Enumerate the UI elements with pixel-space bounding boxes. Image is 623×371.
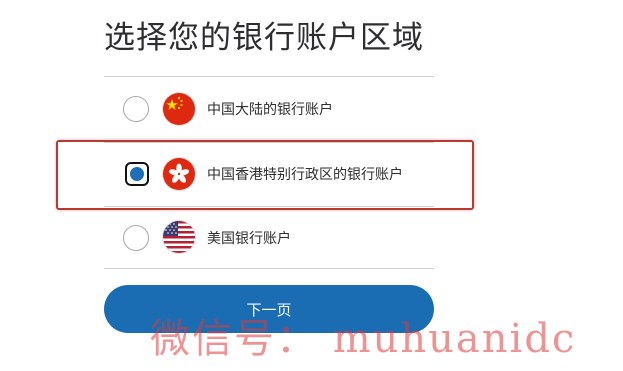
- top-divider: [104, 76, 434, 77]
- hong-kong-flag-icon: [163, 158, 195, 190]
- radio-mainland-china[interactable]: [123, 96, 149, 122]
- option-usa[interactable]: 美国银行账户: [104, 206, 434, 268]
- radio-selected-dot: [130, 167, 144, 181]
- china-flag-icon: [163, 93, 195, 125]
- next-page-button[interactable]: 下一页: [104, 285, 434, 333]
- option-hong-kong[interactable]: 中国香港特别行政区的银行账户: [56, 140, 474, 210]
- usa-flag-icon: [163, 221, 195, 253]
- radio-hong-kong[interactable]: [125, 162, 149, 186]
- radio-usa[interactable]: [123, 225, 149, 251]
- bottom-divider: [104, 268, 434, 269]
- option-mainland-china[interactable]: 中国大陆的银行账户: [104, 78, 434, 140]
- option-label-usa: 美国银行账户: [207, 231, 291, 247]
- option-label-hong-kong: 中国香港特别行政区的银行账户: [207, 167, 403, 183]
- option-label-mainland-china: 中国大陆的银行账户: [207, 102, 333, 118]
- page-title: 选择您的银行账户区域: [104, 20, 424, 56]
